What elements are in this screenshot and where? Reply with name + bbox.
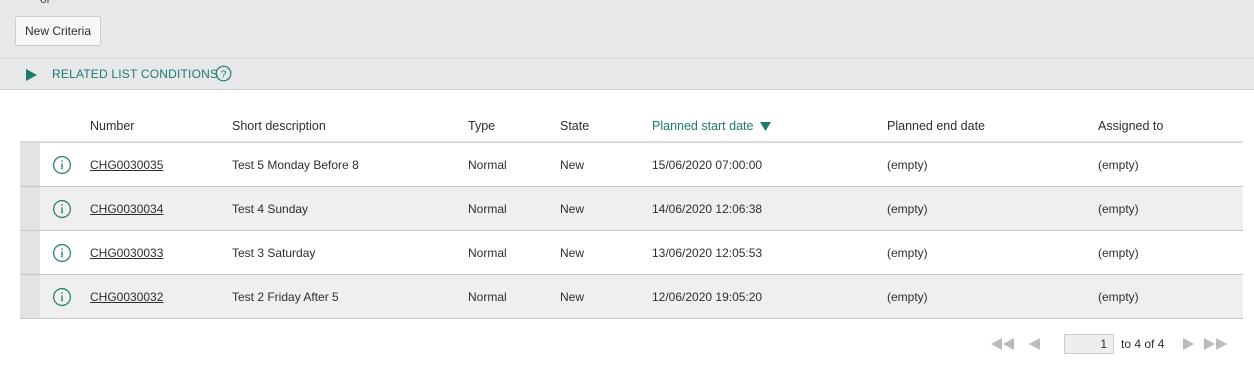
- last-page-icon[interactable]: [1203, 338, 1228, 350]
- table-row[interactable]: CHG0030033 Test 3 Saturday Normal New 13…: [20, 230, 1243, 275]
- row-gutter: [20, 230, 40, 275]
- row-gutter: [20, 142, 40, 187]
- cell-short-description: Test 4 Sunday: [225, 186, 461, 231]
- related-list-conditions-label[interactable]: RELATED LIST CONDITIONS: [52, 67, 218, 81]
- cell-planned-end-date: (empty): [880, 186, 1091, 231]
- cell-state: New: [553, 142, 645, 187]
- pagination: to 4 of 4: [990, 333, 1228, 355]
- cell-type: Normal: [461, 186, 553, 231]
- cell-assigned-to: (empty): [1091, 230, 1243, 275]
- or-label: or: [40, 0, 51, 6]
- cell-short-description: Test 3 Saturday: [225, 230, 461, 275]
- table-header-row: Number Short description Type State Plan…: [20, 110, 1243, 143]
- column-header-type[interactable]: Type: [461, 110, 553, 143]
- cell-number[interactable]: CHG0030032: [83, 274, 225, 319]
- cell-number[interactable]: CHG0030035: [83, 142, 225, 187]
- play-icon[interactable]: [26, 68, 37, 86]
- table-row[interactable]: CHG0030034 Test 4 Sunday Normal New 14/0…: [20, 186, 1243, 231]
- column-header-short-description[interactable]: Short description: [225, 110, 461, 143]
- cell-short-description: Test 5 Monday Before 8: [225, 142, 461, 187]
- record-link[interactable]: CHG0030032: [90, 290, 163, 304]
- page-number-input[interactable]: [1064, 334, 1114, 354]
- cell-planned-end-date: (empty): [880, 230, 1091, 275]
- cell-assigned-to: (empty): [1091, 186, 1243, 231]
- row-gutter: [20, 186, 40, 231]
- row-gutter: [20, 274, 40, 319]
- cell-assigned-to: (empty): [1091, 142, 1243, 187]
- column-header-number[interactable]: Number: [83, 110, 225, 143]
- record-link[interactable]: CHG0030034: [90, 202, 163, 216]
- filter-area: or New Criteria: [0, 0, 1254, 58]
- cell-number[interactable]: CHG0030033: [83, 230, 225, 275]
- cell-number[interactable]: CHG0030034: [83, 186, 225, 231]
- record-link[interactable]: CHG0030033: [90, 246, 163, 260]
- column-header-planned-end-date[interactable]: Planned end date: [880, 110, 1091, 143]
- cell-state: New: [553, 186, 645, 231]
- planned-start-date-label: Planned start date: [652, 118, 754, 133]
- gutter-header: [20, 110, 40, 143]
- cell-planned-end-date: (empty): [880, 142, 1091, 187]
- info-icon[interactable]: [40, 142, 83, 187]
- info-icon[interactable]: [40, 230, 83, 275]
- table-row[interactable]: CHG0030035 Test 5 Monday Before 8 Normal…: [20, 142, 1243, 187]
- info-header: [40, 110, 83, 143]
- info-icon[interactable]: [40, 186, 83, 231]
- cell-planned-end-date: (empty): [880, 274, 1091, 319]
- page-range-text: to 4 of 4: [1121, 337, 1165, 351]
- svg-text:?: ?: [221, 68, 227, 80]
- column-header-planned-start-date[interactable]: Planned start date: [645, 110, 880, 143]
- cell-assigned-to: (empty): [1091, 274, 1243, 319]
- change-request-table: Number Short description Type State Plan…: [20, 110, 1243, 319]
- cell-planned-start-date: 13/06/2020 12:05:53: [645, 230, 880, 275]
- column-header-state[interactable]: State: [553, 110, 645, 143]
- cell-type: Normal: [461, 274, 553, 319]
- related-list-conditions-bar[interactable]: RELATED LIST CONDITIONS ?: [0, 58, 1254, 90]
- question-circle-icon[interactable]: ?: [215, 65, 232, 87]
- cell-planned-start-date: 15/06/2020 07:00:00: [645, 142, 880, 187]
- table-row[interactable]: CHG0030032 Test 2 Friday After 5 Normal …: [20, 274, 1243, 319]
- sort-descending-icon[interactable]: [757, 119, 771, 133]
- next-page-icon[interactable]: [1183, 338, 1195, 350]
- cell-type: Normal: [461, 230, 553, 275]
- cell-state: New: [553, 274, 645, 319]
- cell-planned-start-date: 14/06/2020 12:06:38: [645, 186, 880, 231]
- column-header-assigned-to[interactable]: Assigned to: [1091, 110, 1243, 143]
- info-icon[interactable]: [40, 274, 83, 319]
- record-link[interactable]: CHG0030035: [90, 158, 163, 172]
- new-criteria-button[interactable]: New Criteria: [15, 16, 101, 46]
- cell-type: Normal: [461, 142, 553, 187]
- previous-page-icon[interactable]: [1029, 338, 1040, 350]
- first-page-icon[interactable]: [990, 338, 1015, 350]
- cell-short-description: Test 2 Friday After 5: [225, 274, 461, 319]
- cell-state: New: [553, 230, 645, 275]
- cell-planned-start-date: 12/06/2020 19:05:20: [645, 274, 880, 319]
